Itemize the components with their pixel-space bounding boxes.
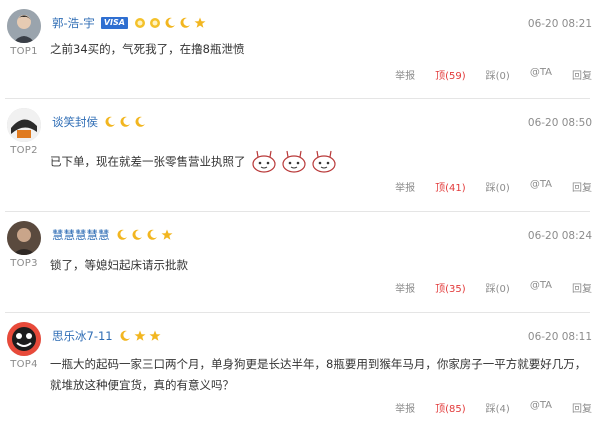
username-link[interactable]: 慧慧慧慧慧 [52,227,110,243]
upvote-label: 顶 [435,183,446,194]
comment-time: 06-20 08:21 [527,18,592,30]
reply-button[interactable]: 回复 [572,179,592,194]
downvote-label: 踩 [485,71,496,82]
comment-text-line: 锁了，等媳妇起床请示批款 [50,258,188,272]
rabbit-emoji-icon [282,150,306,173]
comment-item: TOP3 慧慧慧慧慧 06-20 08:24 锁了，等媳妇起床请示批款 举报 顶… [0,212,600,313]
moon-icon [165,17,175,28]
mention-button[interactable]: @TA [530,179,552,194]
avatar[interactable] [7,108,41,142]
moon-icon [135,116,145,127]
comment-time: 06-20 08:11 [527,331,592,343]
rank-label: TOP3 [10,258,38,269]
star-icon [149,330,161,341]
comment-text-line: 一瓶大的起码一家三口两个月，单身狗更是长达半年，8瓶要用到猴年马月，你家房子一平… [50,357,587,371]
moon-icon [105,116,115,127]
comment-actions: 举报 顶(59) 踩(0) @TA 回复 [375,67,592,82]
upvote-count: (41) [445,183,466,194]
avatar[interactable] [7,322,41,356]
comment-text: 锁了，等媳妇起床请示批款 [50,255,188,276]
moon-icon [117,229,127,240]
star-icon [134,330,146,341]
downvote-count: (4) [495,404,510,415]
upvote-label: 顶 [435,404,446,415]
comment-text-line: 就堆放这种便宜货，真的有意义吗？ [50,378,234,392]
comment-text: 一瓶大的起码一家三口两个月，单身狗更是长达半年，8瓶要用到猴年马月，你家房子一平… [50,354,586,396]
sun-icon [149,18,160,28]
comment-text-line: 已下单，现在就差一张零售营业执照了 [50,154,246,169]
moon-icon [120,330,130,341]
comment-actions: 举报 顶(41) 踩(0) @TA 回复 [375,179,592,194]
downvote-label: 踩 [485,183,496,194]
comment-time: 06-20 08:24 [527,230,592,242]
username-link[interactable]: 谈笑封侯 [52,114,98,130]
upvote-button[interactable]: 顶(41) [435,179,466,194]
upvote-count: (59) [445,71,466,82]
comment-item: TOP4 思乐冰7-11 06-20 08:11 一瓶大的起码一家三口两个月，单… [0,313,600,423]
report-button[interactable]: 举报 [395,400,415,415]
comment-actions: 举报 顶(85) 踩(4) @TA 回复 [375,400,592,415]
reply-button[interactable]: 回复 [572,67,592,82]
star-icon [194,17,206,28]
comment-text: 已下单，现在就差一张零售营业执照了 [50,150,341,174]
report-button[interactable]: 举报 [395,280,415,295]
upvote-label: 顶 [435,71,446,82]
upvote-button[interactable]: 顶(35) [435,280,466,295]
downvote-count: (0) [495,183,510,194]
upvote-button[interactable]: 顶(59) [435,67,466,82]
upvote-count: (35) [445,284,466,295]
reply-button[interactable]: 回复 [572,400,592,415]
moon-icon [180,17,190,28]
comment-time: 06-20 08:50 [527,117,592,129]
comment-item: TOP1 郭-浩-宇 VISA 06-20 08:21 之前34买的，气死我了，… [0,0,600,99]
report-button[interactable]: 举报 [395,179,415,194]
sun-icon [134,18,145,28]
moon-icon [120,116,130,127]
downvote-label: 踩 [485,284,496,295]
rank-label: TOP1 [10,46,38,57]
downvote-count: (0) [495,71,510,82]
mention-button[interactable]: @TA [530,67,552,82]
comment-text: 之前34买的，气死我了，在撸8瓶泄愤 [50,39,244,60]
avatar[interactable] [7,9,41,43]
upvote-button[interactable]: 顶(85) [435,400,466,415]
comment-item: TOP2 谈笑封侯 06-20 08:50 已下单，现在就差一张零售营业执照了 … [0,99,600,212]
username-link[interactable]: 思乐冰7-11 [52,328,113,344]
mention-button[interactable]: @TA [530,400,552,415]
comment-list: TOP1 郭-浩-宇 VISA 06-20 08:21 之前34买的，气死我了，… [0,0,600,423]
visa-badge: VISA [100,17,128,29]
downvote-button[interactable]: 踩(0) [486,280,510,295]
moon-icon [132,229,142,240]
reply-button[interactable]: 回复 [572,280,592,295]
report-button[interactable]: 举报 [395,67,415,82]
upvote-label: 顶 [435,284,446,295]
downvote-button[interactable]: 踩(0) [486,67,510,82]
rabbit-emoji-icon [312,150,336,173]
comment-text-line: 之前34买的，气死我了，在撸8瓶泄愤 [50,42,245,56]
upvote-count: (85) [445,404,466,415]
avatar[interactable] [7,221,41,255]
downvote-label: 踩 [485,404,496,415]
rank-label: TOP2 [10,145,38,156]
rank-label: TOP4 [10,359,38,370]
moon-icon [147,229,157,240]
mention-button[interactable]: @TA [530,280,552,295]
downvote-count: (0) [495,284,510,295]
star-icon [161,229,172,240]
downvote-button[interactable]: 踩(4) [486,400,510,415]
comment-actions: 举报 顶(35) 踩(0) @TA 回复 [375,280,592,295]
rabbit-emoji-icon [252,150,276,173]
downvote-button[interactable]: 踩(0) [486,179,510,194]
username-link[interactable]: 郭-浩-宇 [52,15,95,31]
